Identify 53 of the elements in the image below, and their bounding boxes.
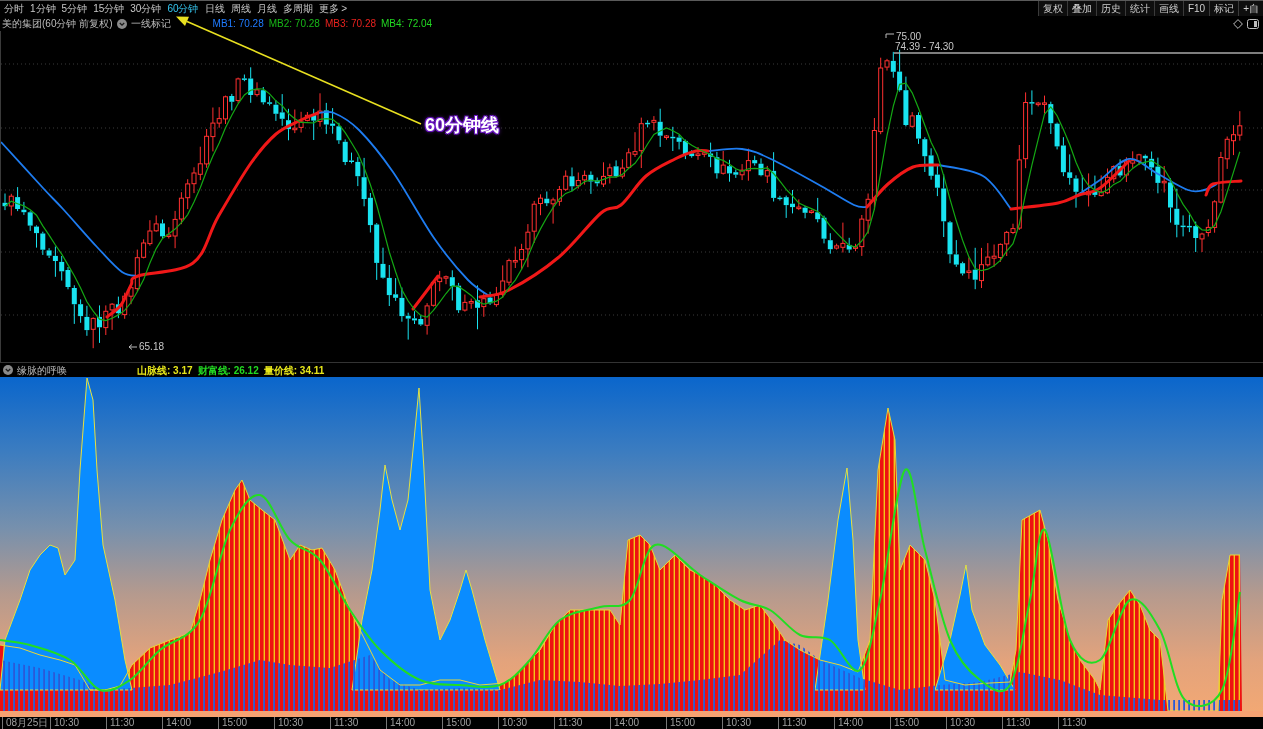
marker-label: 一线标记 — [130, 17, 171, 30]
indicator-value: 量价线: 34.11 — [263, 363, 325, 377]
time-label: 14:00 — [386, 717, 442, 729]
time-label: 11:30 — [1058, 717, 1114, 729]
tool-button[interactable]: 历史 — [1095, 1, 1125, 16]
tool-button[interactable]: 标记 — [1209, 1, 1239, 16]
time-label: 11:30 — [554, 717, 610, 729]
time-label: 15:00 — [890, 717, 946, 729]
time-label: 10:30 — [946, 717, 1002, 729]
tool-button[interactable]: 画线 — [1153, 1, 1183, 16]
indicator-value: 财富线: 26.12 — [197, 363, 259, 377]
indicator-value: 山脉线: 3.17 — [137, 363, 193, 377]
time-label: 15:00 — [442, 717, 498, 729]
tool-button[interactable]: 统计 — [1124, 1, 1154, 16]
time-label: 08月25日 — [2, 717, 50, 729]
time-label: 14:00 — [162, 717, 218, 729]
indicator-value: MB4: 72.04 — [381, 17, 433, 30]
diamond-icon[interactable] — [1233, 18, 1243, 29]
tool-button[interactable]: +自 — [1238, 1, 1263, 16]
tool-button[interactable]: F10 — [1182, 1, 1210, 16]
time-label: 15:00 — [218, 717, 274, 729]
period-tab[interactable]: 15分钟 — [90, 1, 128, 16]
period-tab[interactable]: 30分钟 — [127, 1, 165, 16]
time-label: 10:30 — [50, 717, 106, 729]
period-tab[interactable]: 多周期 — [279, 1, 316, 16]
time-label: 11:30 — [1002, 717, 1058, 729]
period-tab[interactable]: 1分钟 — [27, 1, 59, 16]
time-label: 14:00 — [834, 717, 890, 729]
time-label: 10:30 — [498, 717, 554, 729]
tool-button[interactable]: 复权 — [1037, 1, 1067, 16]
time-label: 11:30 — [106, 717, 162, 729]
period-tab[interactable]: 月线 — [253, 1, 280, 16]
period-tab[interactable]: 5分钟 — [58, 1, 91, 16]
sidebar-toggle-icon[interactable] — [1247, 18, 1259, 29]
indicator-value: MB2: 70.28 — [268, 17, 320, 30]
time-label: 11:30 — [330, 717, 386, 729]
period-tab[interactable]: 更多 > — [315, 1, 351, 16]
time-label: 11:30 — [778, 717, 834, 729]
indicator-name: 缘脉的呼唤 — [17, 363, 67, 377]
period-tab[interactable]: 日线 — [201, 1, 228, 16]
chevron-down-circle-icon[interactable] — [116, 18, 127, 29]
period-tab[interactable]: 分时 — [1, 1, 27, 16]
time-label: 10:30 — [274, 717, 330, 729]
period-tab[interactable]: 周线 — [227, 1, 254, 16]
time-label: 10:30 — [722, 717, 778, 729]
tool-button[interactable]: 叠加 — [1066, 1, 1096, 16]
chevron-down-circle-icon[interactable] — [3, 365, 13, 375]
indicator-value: MB3: 70.28 — [324, 17, 377, 30]
period-tab[interactable]: 60分钟 — [164, 1, 202, 16]
time-label: 15:00 — [666, 717, 722, 729]
stock-title: 美的集团(60分钟 前复权) — [2, 17, 113, 30]
time-label: 14:00 — [610, 717, 666, 729]
indicator-value: MB1: 70.28 — [212, 17, 264, 30]
